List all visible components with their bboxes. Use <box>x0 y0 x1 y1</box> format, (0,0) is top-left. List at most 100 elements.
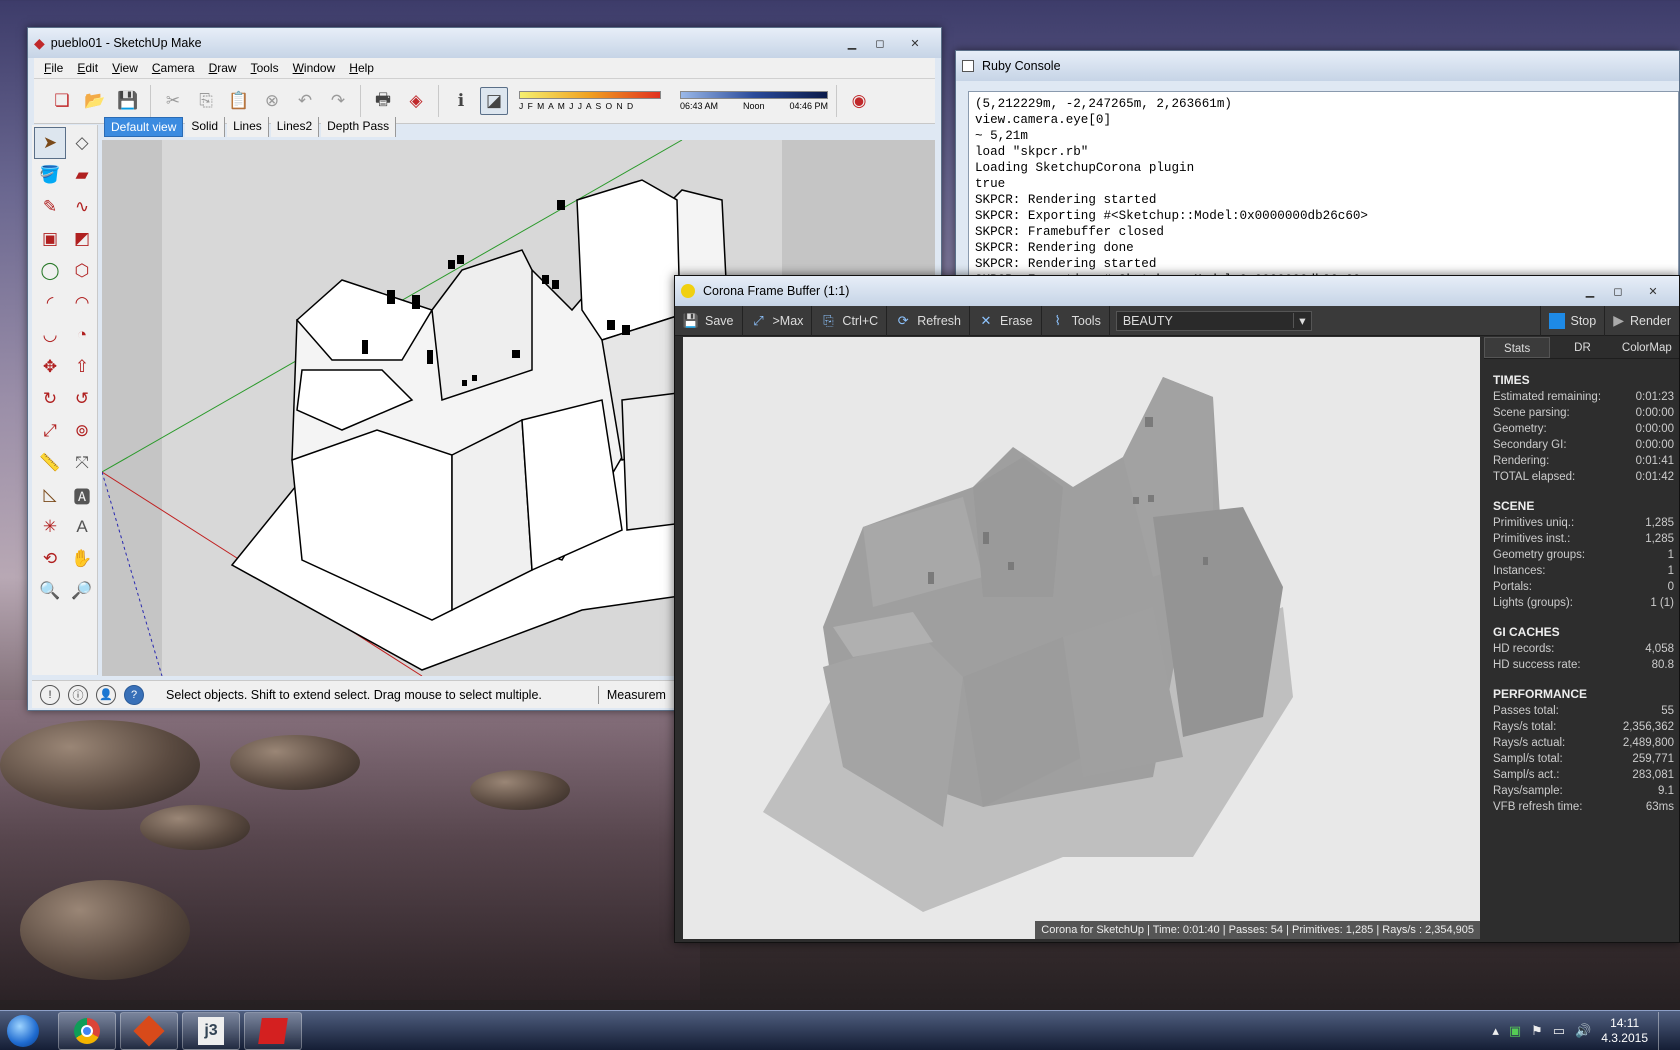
fb-stop-button[interactable]: Stop <box>1539 305 1606 336</box>
paint-bucket-icon[interactable]: 🪣 <box>34 159 66 191</box>
shadow-time-slider[interactable]: 06:43 AM Noon 04:46 PM <box>680 91 828 111</box>
menu-window[interactable]: Window <box>293 61 336 75</box>
fb-maximize-button[interactable]: ◻ <box>1605 282 1631 300</box>
fb-copy-button[interactable]: ⎘ Ctrl+C <box>812 305 888 336</box>
print-icon[interactable]: 🖶 <box>369 87 397 115</box>
offset-tool-icon[interactable]: ⊚ <box>66 415 98 447</box>
pie-tool-icon[interactable]: ◔ <box>66 319 98 351</box>
tab-default-view[interactable]: Default view <box>104 117 184 137</box>
pass-select[interactable]: BEAUTY ▾ <box>1115 310 1312 331</box>
corona-render-icon[interactable]: ◉ <box>845 87 873 115</box>
undo-icon[interactable]: ↶ <box>291 87 319 115</box>
three-point-arc-icon[interactable]: ◡ <box>34 319 66 351</box>
fb-max-button[interactable]: ⤢ >Max <box>743 305 813 336</box>
show-desktop-button[interactable] <box>1658 1011 1670 1050</box>
menu-camera[interactable]: Camera <box>152 61 195 75</box>
show-hidden-icons-icon[interactable]: ▴ <box>1492 1023 1499 1039</box>
push-pull-icon[interactable]: ⇧ <box>66 351 98 383</box>
copy-icon: ⎘ <box>823 312 834 328</box>
taskbar-app-red[interactable] <box>120 1011 178 1050</box>
render-image[interactable]: Corona for SketchUp | Time: 0:01:40 | Pa… <box>683 337 1480 939</box>
tab-stats[interactable]: Stats <box>1484 337 1551 358</box>
credits-icon[interactable]: ⓘ <box>68 684 88 705</box>
fb-render-button[interactable]: ▶ Render <box>1605 306 1679 336</box>
clock[interactable]: 14:11 4.3.2015 <box>1601 1016 1648 1046</box>
open-icon[interactable]: 📂 <box>81 87 109 115</box>
menu-tools[interactable]: Tools <box>251 61 279 75</box>
sketchup-titlebar[interactable]: ◆ pueblo01 - SketchUp Make ▁ ◻ ✕ <box>28 28 941 58</box>
flag-icon[interactable]: ⚑ <box>1531 1023 1543 1039</box>
text-tool-icon[interactable]: 🅰 <box>66 479 98 511</box>
circle-tool-icon[interactable]: ◯ <box>34 255 66 287</box>
maximize-button[interactable]: ◻ <box>867 34 893 52</box>
menu-help[interactable]: Help <box>349 61 374 75</box>
line-tool-icon[interactable]: ✎ <box>34 191 66 223</box>
protractor-icon[interactable]: ◺ <box>34 479 66 511</box>
paste-icon[interactable]: 📋 <box>225 87 253 115</box>
polygon-tool-icon[interactable]: ⬡ <box>66 255 98 287</box>
help-icon[interactable]: ? <box>124 684 144 705</box>
zoom-icon[interactable]: 🔍 <box>34 575 66 607</box>
volume-icon[interactable]: 🔊 <box>1575 1023 1591 1039</box>
fb-close-button[interactable]: ✕ <box>1633 282 1673 300</box>
tab-lines[interactable]: Lines <box>227 117 269 137</box>
orbit-icon[interactable]: ⟲ <box>34 543 66 575</box>
fb-refresh-button[interactable]: ⟳ Refresh <box>887 305 970 336</box>
cut-icon[interactable]: ✂ <box>159 87 187 115</box>
arc-tool-icon[interactable]: ◜ <box>34 287 66 319</box>
menu-view[interactable]: View <box>112 61 138 75</box>
two-point-arc-icon[interactable]: ◠ <box>66 287 98 319</box>
taskbar-sketchup[interactable] <box>244 1011 302 1050</box>
framebuffer-titlebar[interactable]: Corona Frame Buffer (1:1) ▁ ◻ ✕ <box>675 276 1679 306</box>
copy-icon[interactable]: ⎘ <box>192 87 220 115</box>
ruby-console-titlebar[interactable]: Ruby Console <box>956 51 1679 81</box>
dimension-icon[interactable]: ⤧ <box>66 447 98 479</box>
start-button[interactable] <box>0 1011 46 1050</box>
fb-tools-button[interactable]: ⌇ Tools <box>1042 305 1110 336</box>
rotate-tool-icon[interactable]: ↻ <box>34 383 66 415</box>
freehand-tool-icon[interactable]: ∿ <box>66 191 98 223</box>
tab-lines2[interactable]: Lines2 <box>270 117 320 137</box>
fb-minimize-button[interactable]: ▁ <box>1577 282 1603 300</box>
taskbar-app-j3[interactable]: j3 <box>182 1011 240 1050</box>
new-icon[interactable]: ❏ <box>48 87 76 115</box>
user-icon[interactable]: 👤 <box>96 684 116 705</box>
tab-depth-pass[interactable]: Depth Pass <box>321 117 397 137</box>
follow-me-icon[interactable]: ↺ <box>66 383 98 415</box>
zoom-window-icon[interactable]: 🔎 <box>66 575 98 607</box>
ruby-console-output[interactable]: (5,212229m, -2,247265m, 2,263661m) view.c… <box>968 91 1679 289</box>
menu-edit[interactable]: Edit <box>77 61 98 75</box>
pan-icon[interactable]: ✋ <box>66 543 98 575</box>
3d-text-icon[interactable]: A <box>66 511 98 543</box>
rotated-rectangle-icon[interactable]: ◩ <box>66 223 98 255</box>
menu-draw[interactable]: Draw <box>209 61 237 75</box>
tab-dr[interactable]: DR <box>1550 337 1614 358</box>
erase-icon[interactable]: ⊗ <box>258 87 286 115</box>
menu-file[interactable]: File <box>44 61 63 75</box>
geo-location-icon[interactable]: ! <box>40 684 60 705</box>
taskbar-chrome[interactable] <box>58 1011 116 1050</box>
tape-measure-icon[interactable]: 📏 <box>34 447 66 479</box>
redo-icon[interactable]: ↷ <box>324 87 352 115</box>
model-info-icon[interactable]: ◈ <box>402 87 430 115</box>
display-icon[interactable]: ▭ <box>1553 1023 1565 1039</box>
shadow-info-icon[interactable]: ℹ <box>447 87 475 115</box>
close-button[interactable]: ✕ <box>895 34 935 52</box>
select-tool-icon[interactable]: ➤ <box>34 127 66 159</box>
network-icon[interactable]: ▣ <box>1509 1023 1521 1039</box>
make-component-icon[interactable]: ◇ <box>66 127 98 159</box>
rectangle-tool-icon[interactable]: ▣ <box>34 223 66 255</box>
fb-erase-button[interactable]: ✕ Erase <box>970 305 1042 336</box>
move-tool-icon[interactable]: ✥ <box>34 351 66 383</box>
scale-tool-icon[interactable]: ⤢ <box>34 415 66 447</box>
eraser-icon[interactable]: ▰ <box>66 159 98 191</box>
tab-colormap[interactable]: ColorMap <box>1615 337 1679 358</box>
minimize-button[interactable]: ▁ <box>839 34 865 52</box>
axes-tool-icon[interactable]: ✳ <box>34 511 66 543</box>
fb-save-button[interactable]: 💾 Save <box>675 305 743 336</box>
system-tray: ▴ ▣ ⚑ ▭ 🔊 14:11 4.3.2015 <box>1492 1011 1680 1050</box>
shadow-date-slider[interactable]: J F M A M J J A S O N D <box>519 91 661 111</box>
save-icon[interactable]: 💾 <box>114 87 142 115</box>
display-shadows-icon[interactable]: ◪ <box>480 87 508 115</box>
tab-solid[interactable]: Solid <box>185 117 226 137</box>
